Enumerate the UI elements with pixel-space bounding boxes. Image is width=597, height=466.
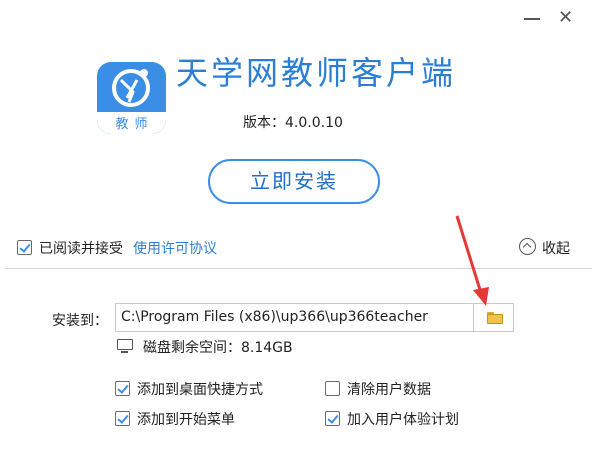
collapse-icon[interactable] bbox=[519, 238, 536, 255]
folder-icon[interactable] bbox=[487, 312, 503, 324]
logo-text: 教师 bbox=[115, 117, 154, 132]
version-label: 版本：4.0.0.10 bbox=[243, 115, 343, 131]
app-title: 天学网教师客户端 bbox=[176, 54, 457, 92]
collapse-label[interactable]: 收起 bbox=[542, 238, 570, 258]
disk-monitor-icon bbox=[117, 339, 133, 353]
app-logo: 教师 bbox=[97, 62, 166, 134]
license-agreement-link[interactable]: 使用许可协议 bbox=[133, 238, 217, 258]
minimize-button[interactable] bbox=[524, 18, 540, 20]
start-menu-checkbox[interactable] bbox=[115, 411, 130, 426]
path-separator bbox=[473, 304, 474, 331]
user-experience-checkbox[interactable] bbox=[325, 411, 340, 426]
desktop-shortcut-label: 添加到桌面快捷方式 bbox=[137, 382, 263, 398]
clear-user-data-label: 清除用户数据 bbox=[347, 382, 431, 398]
close-button[interactable]: ✕ bbox=[558, 8, 573, 28]
disk-space-text: 磁盘剩余空间：8.14GB bbox=[143, 340, 293, 356]
runner-logo-icon bbox=[112, 69, 150, 107]
install-path-input[interactable]: C:\Program Files (x86)\up366\up366teache… bbox=[115, 303, 514, 332]
install-path-label: 安装到： bbox=[52, 313, 108, 329]
logo-band: 教师 bbox=[97, 112, 166, 134]
agreement-checkbox[interactable] bbox=[17, 240, 32, 255]
start-menu-label: 添加到开始菜单 bbox=[137, 412, 235, 428]
agreement-text: 已阅读并接受 bbox=[39, 241, 123, 257]
desktop-shortcut-checkbox[interactable] bbox=[115, 381, 130, 396]
user-experience-label: 加入用户体验计划 bbox=[347, 412, 459, 428]
divider bbox=[5, 268, 592, 269]
install-path-value[interactable]: C:\Program Files (x86)\up366\up366teache… bbox=[121, 309, 428, 325]
install-now-button[interactable]: 立即安装 bbox=[208, 159, 380, 204]
clear-user-data-checkbox[interactable] bbox=[325, 381, 340, 396]
